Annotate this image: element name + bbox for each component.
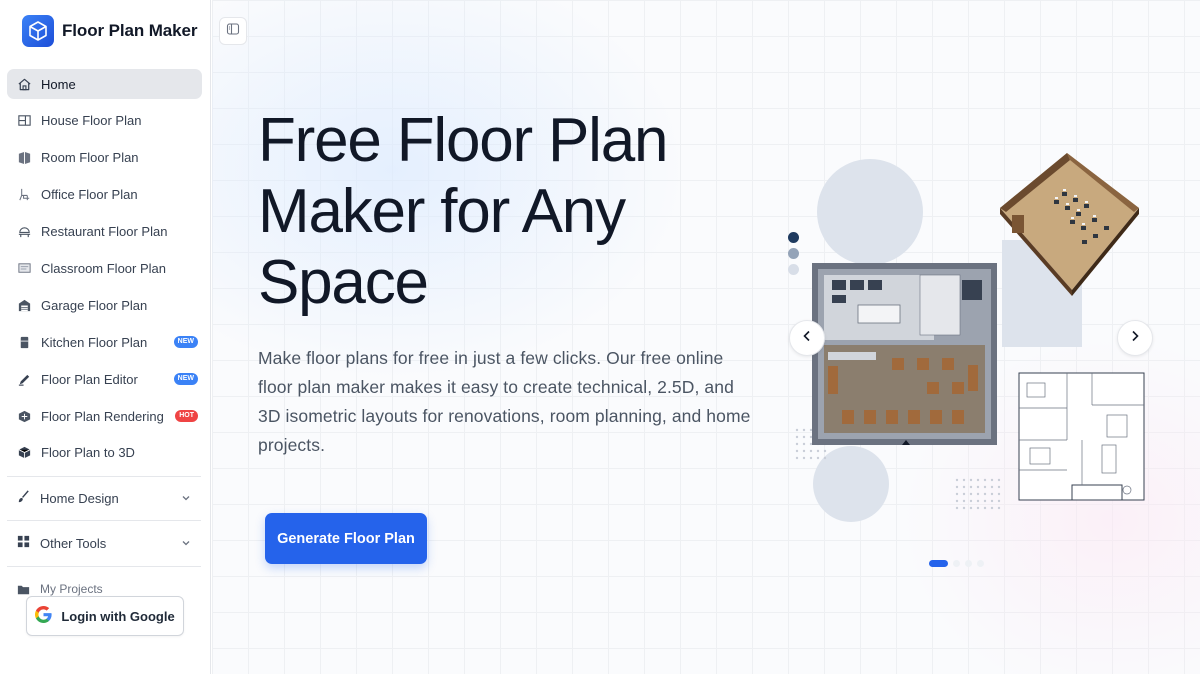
sidebar-item-office-floor-plan[interactable]: Office Floor Plan xyxy=(7,180,202,210)
kitchen-icon xyxy=(16,334,32,350)
chevron-down-icon xyxy=(180,537,192,552)
hero-description: Make floor plans for free in just a few … xyxy=(258,348,751,455)
sidebar-panel-icon xyxy=(226,22,240,41)
my-projects-label: My Projects xyxy=(40,582,103,596)
sidebar-nav: Home House Floor Plan Room Floor Plan Of… xyxy=(7,69,202,475)
sidebar-group-home-design[interactable]: Home Design xyxy=(7,483,202,513)
sidebar-item-label: Floor Plan Editor xyxy=(41,371,138,387)
hero-carousel xyxy=(772,140,1162,580)
main-content: Free Floor Plan Maker for Any Space Make… xyxy=(212,0,1200,674)
cube-3d-icon xyxy=(16,445,32,461)
room-icon xyxy=(16,150,32,166)
cube-logo-icon xyxy=(22,15,54,47)
sidebar-item-kitchen-floor-plan[interactable]: Kitchen Floor Plan NEW xyxy=(7,327,202,357)
sidebar-toggle-button[interactable] xyxy=(219,17,247,45)
classroom-icon xyxy=(16,260,32,276)
new-badge: NEW xyxy=(173,336,198,349)
dot-indicator xyxy=(788,232,799,243)
dot-indicator xyxy=(788,248,799,259)
chevron-down-icon xyxy=(180,492,192,507)
sidebar-item-floor-plan-editor[interactable]: Floor Plan Editor NEW xyxy=(7,364,202,394)
brand-name: Floor Plan Maker xyxy=(62,21,198,40)
restaurant-icon xyxy=(16,224,32,240)
hero-title: Free Floor Plan Maker for Any Space xyxy=(258,106,668,317)
chevron-left-icon xyxy=(800,329,814,348)
sidebar-item-label: Room Floor Plan xyxy=(41,150,139,166)
office-chair-icon xyxy=(16,187,32,203)
google-icon xyxy=(35,606,52,626)
sidebar-item-label: Kitchen Floor Plan xyxy=(41,334,148,350)
garage-icon xyxy=(16,297,32,313)
sidebar-divider xyxy=(7,566,201,567)
sidebar-item-label: Floor Plan to 3D xyxy=(41,445,135,461)
brand[interactable]: Floor Plan Maker xyxy=(22,14,197,48)
carousel-dot-active[interactable] xyxy=(929,560,948,567)
house-plan-icon xyxy=(16,113,32,129)
carousel-vertical-dots xyxy=(788,232,799,280)
sidebar-item-label: Garage Floor Plan xyxy=(41,297,148,313)
sidebar-item-classroom-floor-plan[interactable]: Classroom Floor Plan xyxy=(7,253,202,283)
hot-badge: HOT xyxy=(175,410,198,423)
generate-floor-plan-button[interactable]: Generate Floor Plan xyxy=(265,513,427,564)
login-label: Login with Google xyxy=(61,608,175,624)
new-badge: NEW xyxy=(173,373,198,386)
carousel-illustration xyxy=(795,153,1145,522)
home-icon xyxy=(16,76,32,92)
sidebar-item-label: Floor Plan Rendering xyxy=(41,408,164,424)
sidebar-item-garage-floor-plan[interactable]: Garage Floor Plan xyxy=(7,290,202,320)
sidebar-item-house-floor-plan[interactable]: House Floor Plan xyxy=(7,106,202,136)
sidebar-divider xyxy=(7,520,201,521)
sidebar-group-other-tools[interactable]: Other Tools xyxy=(7,528,202,558)
rendering-icon xyxy=(16,408,32,424)
sidebar-item-my-projects[interactable]: My Projects xyxy=(16,578,103,598)
sidebar-item-home[interactable]: Home xyxy=(7,69,202,99)
sidebar-item-floor-plan-rendering[interactable]: Floor Plan Rendering HOT xyxy=(7,401,202,431)
sidebar-item-floor-plan-to-3d[interactable]: Floor Plan to 3D xyxy=(7,438,202,468)
carousel-prev-button[interactable] xyxy=(789,320,825,356)
carousel-dot[interactable] xyxy=(965,560,972,567)
sidebar: Floor Plan Maker Home House Floor Plan R… xyxy=(0,0,211,674)
sidebar-divider xyxy=(7,476,201,477)
sidebar-item-label: House Floor Plan xyxy=(41,113,142,129)
sidebar-item-label: Home xyxy=(41,76,76,92)
brush-icon xyxy=(16,489,31,507)
sidebar-item-label: Restaurant Floor Plan xyxy=(41,224,168,240)
sidebar-group-label: Other Tools xyxy=(40,535,107,551)
carousel-dot[interactable] xyxy=(953,560,960,567)
carousel-dot[interactable] xyxy=(977,560,984,567)
sidebar-item-label: Classroom Floor Plan xyxy=(41,260,166,276)
sidebar-group-label: Home Design xyxy=(40,490,119,506)
chevron-right-icon xyxy=(1128,329,1142,348)
sidebar-item-room-floor-plan[interactable]: Room Floor Plan xyxy=(7,143,202,173)
sidebar-item-restaurant-floor-plan[interactable]: Restaurant Floor Plan xyxy=(7,217,202,247)
dot-indicator xyxy=(788,264,799,275)
carousel-next-button[interactable] xyxy=(1117,320,1153,356)
carousel-pagination xyxy=(929,560,984,567)
grid-icon xyxy=(16,534,31,552)
login-with-google-button[interactable]: Login with Google xyxy=(26,596,184,636)
editor-icon xyxy=(16,371,32,387)
sidebar-item-label: Office Floor Plan xyxy=(41,187,138,203)
